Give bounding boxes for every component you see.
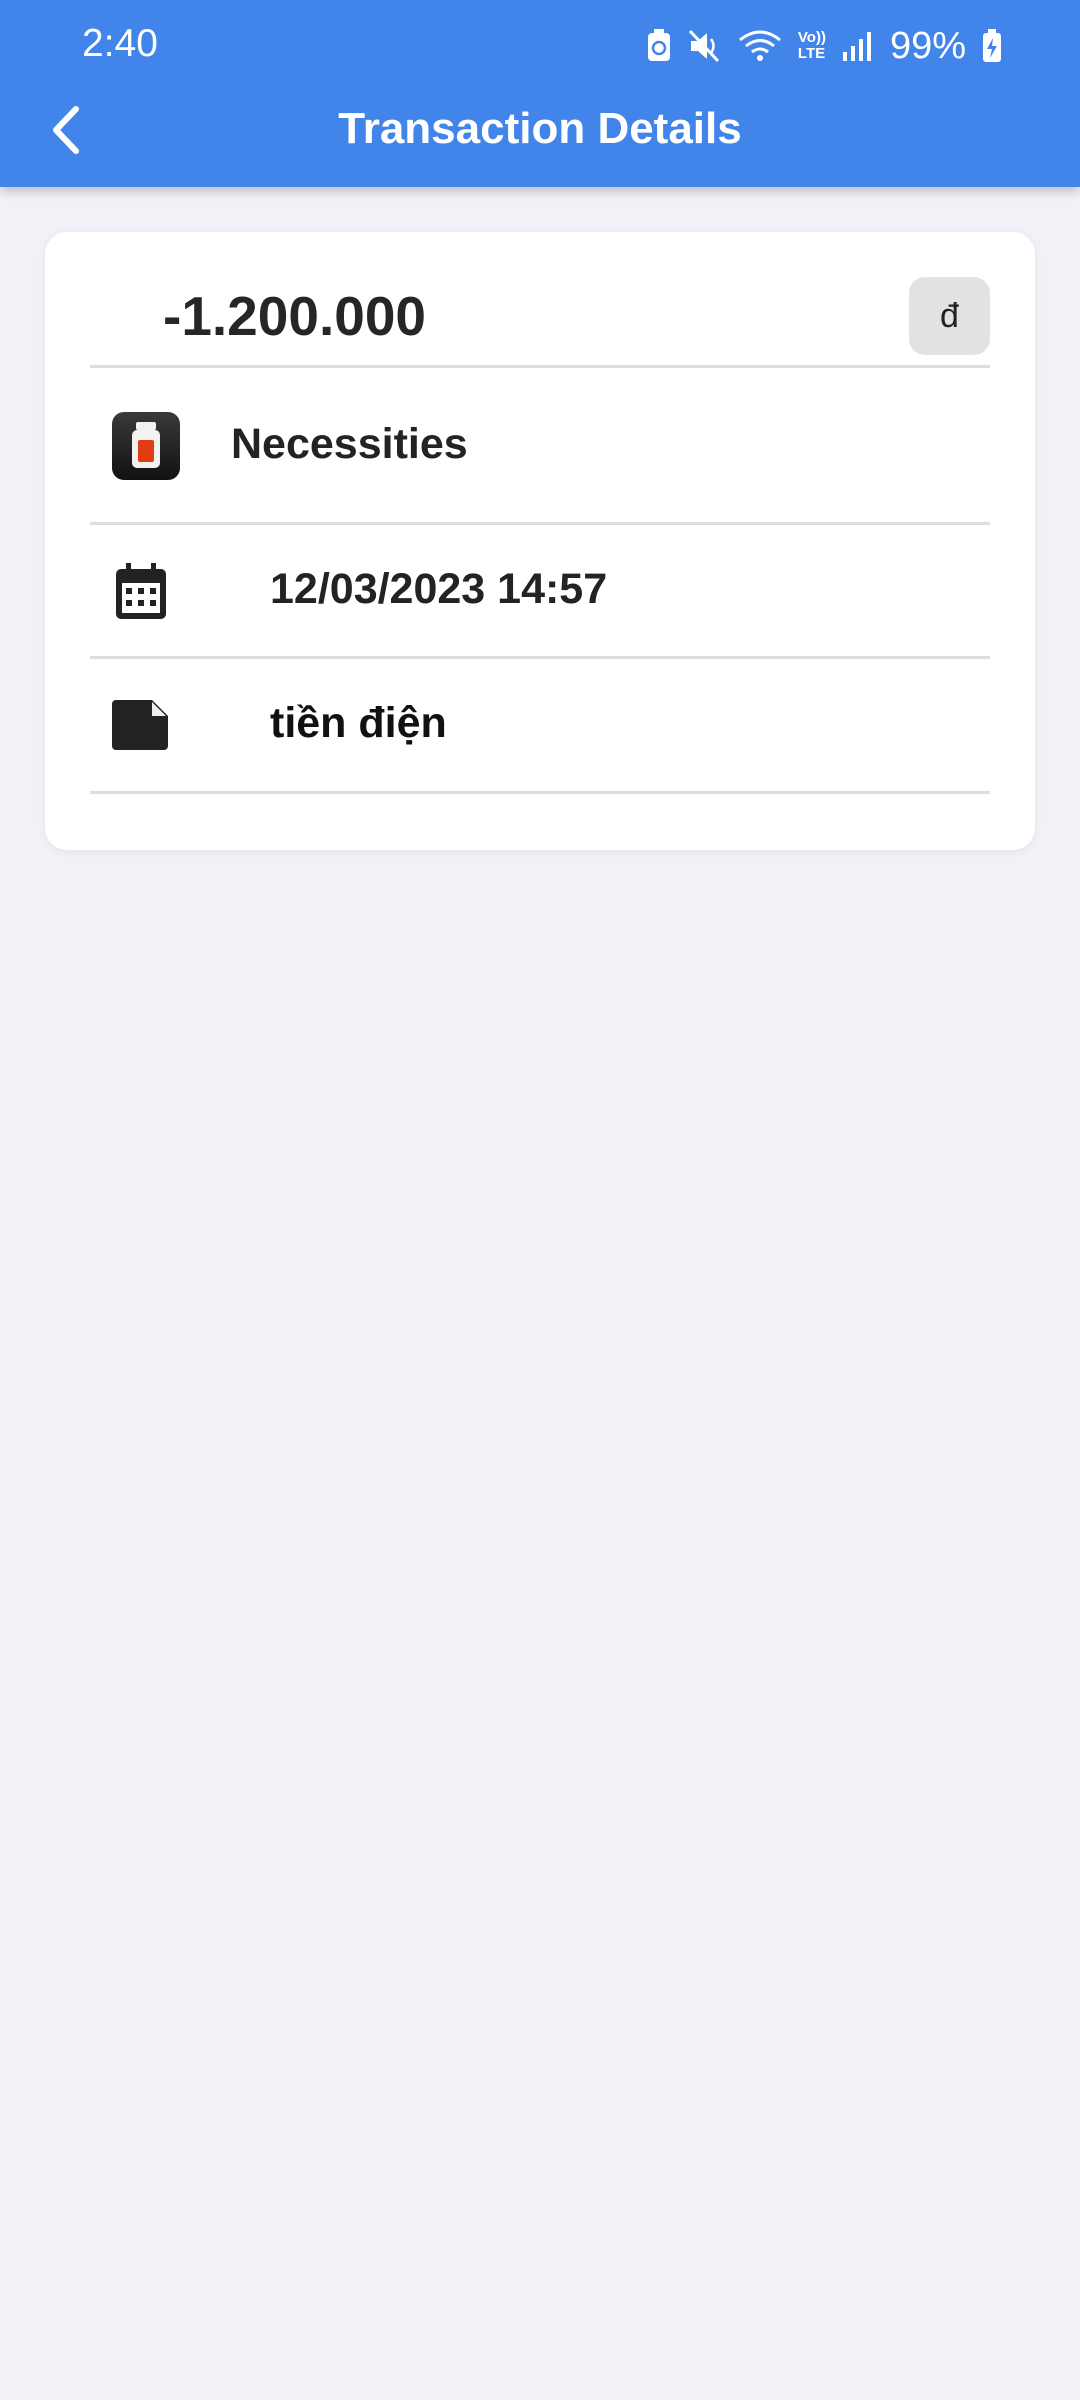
note-row[interactable]: tiền điện bbox=[90, 659, 990, 794]
signal-icon bbox=[842, 30, 872, 62]
calendar-icon bbox=[112, 563, 170, 621]
status-icons: Vo)) LTE 99% bbox=[646, 24, 1002, 68]
volte-label-top: Vo)) bbox=[797, 29, 826, 46]
status-bar: 2:40 Vo)) LTE 99% bbox=[0, 0, 1080, 92]
transaction-card: -1.200.000 đ Necessities 12/03/2023 14:5… bbox=[45, 232, 1035, 850]
date-label: 12/03/2023 14:57 bbox=[270, 565, 608, 613]
volte-icon: Vo)) LTE bbox=[798, 30, 826, 62]
page-title: Transaction Details bbox=[338, 104, 742, 153]
app-bar: Transaction Details bbox=[0, 92, 1080, 187]
note-icon bbox=[112, 699, 170, 751]
note-label: tiền điện bbox=[270, 699, 447, 747]
battery-charging-icon bbox=[982, 29, 1002, 63]
jar-icon bbox=[112, 412, 180, 480]
volte-label-bottom: LTE bbox=[797, 45, 826, 62]
category-label: Necessities bbox=[231, 420, 468, 468]
amount-row: -1.200.000 đ bbox=[90, 232, 990, 368]
currency-button[interactable]: đ bbox=[909, 277, 990, 355]
battery-saver-icon bbox=[646, 29, 672, 63]
date-row[interactable]: 12/03/2023 14:57 bbox=[90, 525, 990, 659]
amount-value: -1.200.000 bbox=[163, 285, 426, 347]
wifi-icon bbox=[738, 28, 782, 64]
battery-percent: 99% bbox=[889, 24, 966, 67]
status-time: 2:40 bbox=[82, 22, 158, 65]
mute-icon bbox=[688, 29, 722, 63]
top-bar: 2:40 Vo)) LTE 99% Transaction Details bbox=[0, 0, 1080, 187]
category-row[interactable]: Necessities bbox=[90, 368, 990, 525]
